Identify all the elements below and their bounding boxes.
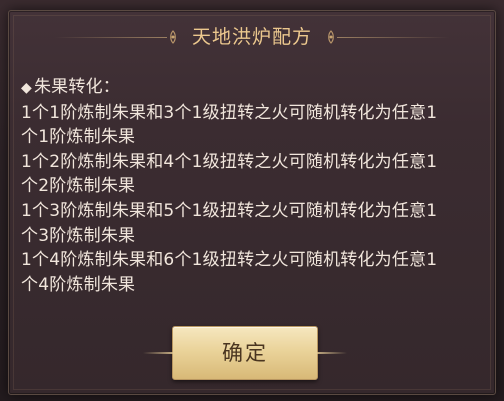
diamond-bullet-icon: ◆ <box>21 80 32 96</box>
rule-line: 个1阶炼制朱果 <box>21 127 136 148</box>
rule-line: 个3阶炼制朱果 <box>21 225 136 246</box>
rule-line: 1个4阶炼制朱果和6个1级扭转之火可随机转化为任意1 <box>21 250 438 271</box>
rule-line: 1个3阶炼制朱果和5个1级扭转之火可随机转化为任意1 <box>21 200 438 221</box>
title-divider-right <box>337 37 449 38</box>
rule-line: 个2阶炼制朱果 <box>21 176 136 197</box>
dialog-title-bar: 天地洪炉配方 <box>9 17 495 57</box>
rule-line: 1个2阶炼制朱果和4个1级扭转之火可随机转化为任意1 <box>21 151 438 172</box>
rule-line: 个4阶炼制朱果 <box>21 274 136 295</box>
rule-line: 1个1阶炼制朱果和3个1级扭转之火可随机转化为任意1 <box>21 102 438 123</box>
section-heading: ◆ 朱果转化： <box>21 75 491 101</box>
confirm-button-label: 确定 <box>222 341 268 365</box>
section-heading-text: 朱果转化： <box>33 77 120 97</box>
recipe-content: ◆ 朱果转化： 1个1阶炼制朱果和3个1级扭转之火可随机转化为任意1 个1阶炼制朱… <box>21 75 491 297</box>
confirm-button[interactable]: 确定 <box>143 326 347 380</box>
